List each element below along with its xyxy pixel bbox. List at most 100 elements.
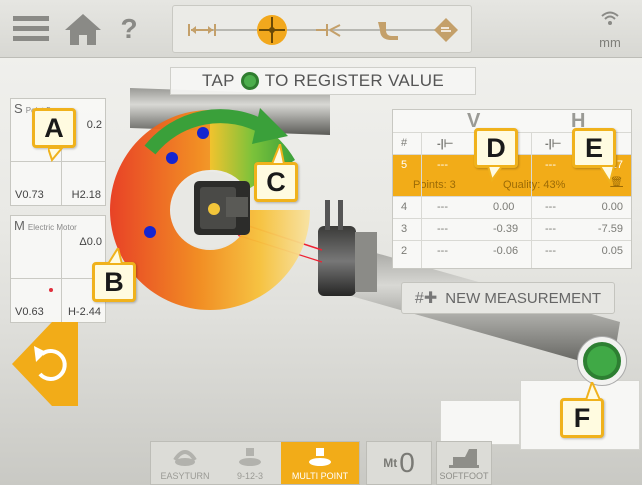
report-icon — [434, 18, 458, 42]
sensor-m-v-value: V0.63 — [15, 306, 44, 318]
row-num: 5 — [401, 159, 408, 171]
callout-d: D — [474, 128, 518, 168]
sensor-unit — [194, 181, 250, 235]
callout-tail — [486, 166, 504, 182]
banner-text-before: TAP — [202, 71, 235, 90]
register-dot-icon — [240, 72, 259, 90]
cell: --- — [545, 201, 556, 213]
cell: --- — [437, 245, 448, 257]
measure-point-dot — [197, 127, 209, 139]
cell: --- — [437, 159, 448, 171]
top-toolbar: ? mm — [0, 0, 642, 58]
measure-step[interactable] — [257, 15, 287, 45]
unit-indicator[interactable]: mm — [586, 6, 634, 52]
callout-tail — [598, 166, 616, 184]
sensor-s-title: S — [14, 101, 23, 116]
sensor-m-title: M — [14, 218, 25, 233]
measure-point-dot — [144, 226, 156, 238]
cell: -7.59 — [597, 223, 623, 235]
softfoot-button[interactable]: SOFTFOOT — [436, 441, 492, 485]
mt-icon: Mt — [383, 456, 398, 470]
mode-easyturn[interactable]: EASYTURN — [151, 442, 219, 484]
divider — [531, 132, 532, 268]
easyturn-icon — [173, 450, 197, 466]
callout-tail — [48, 148, 64, 162]
col-num-header: # — [401, 137, 408, 149]
mode-label: MULTI POINT — [291, 471, 349, 481]
home-button[interactable] — [60, 6, 106, 52]
table-row[interactable]: 2 --- -0.06 --- 0.05 — [393, 240, 631, 262]
home-icon — [65, 14, 101, 45]
cell: --- — [437, 223, 448, 235]
new-measurement-icon: #✚ — [414, 290, 438, 307]
cell: -0.39 — [493, 223, 519, 235]
clock-position-icon — [239, 448, 261, 466]
cell: 0.05 — [601, 245, 623, 257]
mode-label: EASYTURN — [160, 471, 210, 481]
callout-tail — [584, 382, 602, 400]
undo-button[interactable] — [12, 322, 78, 406]
register-icon — [583, 342, 621, 380]
callout-e: E — [572, 128, 616, 168]
dimensions-step[interactable] — [187, 15, 217, 45]
measure-point-dot — [166, 152, 178, 164]
coupling-icon: -|⊢ — [437, 138, 454, 150]
row-num: 4 — [401, 201, 408, 213]
mode-9-12-3[interactable]: 9-12-3 — [219, 442, 281, 484]
sensor-s-h-value: H2.18 — [71, 189, 101, 201]
cell: -0.06 — [493, 245, 519, 257]
report-step[interactable] — [431, 15, 461, 45]
results-icon — [316, 24, 341, 37]
measurement-mode-bar: EASYTURN 9-12-3 MULTI POINT — [150, 441, 360, 485]
softfoot-label: SOFTFOOT — [439, 471, 489, 481]
divider — [11, 278, 105, 279]
softfoot-icon — [449, 449, 479, 468]
measurement-time-button[interactable]: Mt 0 — [366, 441, 432, 485]
instruction-banner: TAP TO REGISTER VALUE — [170, 67, 476, 95]
cell: 0.00 — [493, 201, 515, 213]
cell: --- — [545, 245, 556, 257]
register-value-button[interactable] — [577, 336, 627, 386]
unit-label: mm — [599, 35, 621, 50]
quality-row: Points: 3 Quality: 43% 🗑 — [393, 176, 631, 196]
sensor-m-h-value: H-2.44 — [67, 306, 101, 318]
callout-f: F — [560, 398, 604, 438]
mode-label: 9-12-3 — [236, 471, 263, 481]
quality-label: Quality: 43% — [503, 179, 566, 191]
points-label: Points: 3 — [413, 179, 456, 191]
undo-icon — [12, 322, 78, 406]
callout-b: B — [92, 262, 136, 302]
callout-a: A — [32, 108, 76, 148]
sensor-s-v-value: V0.73 — [15, 189, 44, 201]
workflow-steps — [172, 5, 472, 53]
cell: --- — [545, 159, 556, 171]
magnet-icon — [378, 22, 398, 40]
row-num: 3 — [401, 223, 408, 235]
callout-c: C — [254, 162, 298, 202]
row-num: 2 — [401, 245, 408, 257]
sensor-m-subtitle: Electric Motor — [27, 223, 77, 232]
crosshair-icon — [257, 15, 287, 45]
hamburger-icon — [13, 16, 49, 41]
results-step[interactable] — [313, 15, 343, 45]
wifi-icon — [601, 11, 619, 25]
help-button[interactable]: ? — [112, 6, 146, 52]
cell: 0.00 — [601, 201, 623, 213]
correct-step[interactable] — [373, 15, 403, 45]
mode-multi-point[interactable]: MULTI POINT — [281, 442, 359, 484]
dimensions-icon — [188, 24, 216, 36]
new-measurement-button[interactable]: #✚ NEW MEASUREMENT — [401, 282, 615, 314]
banner-text-after: TO REGISTER VALUE — [264, 71, 444, 90]
table-row[interactable]: 3 --- -0.39 --- -7.59 — [393, 218, 631, 240]
sensor-m-angle-value: Δ0.0 — [79, 236, 102, 248]
sensor-s-top-value: 0.2 — [86, 119, 102, 131]
table-row[interactable]: 4 --- 0.00 --- 0.00 — [393, 196, 631, 218]
cell: --- — [437, 201, 448, 213]
coupling-icon: -|⊢ — [545, 138, 562, 150]
divider — [61, 230, 62, 322]
callout-tail — [270, 144, 286, 164]
callout-tail — [106, 248, 124, 264]
divider — [421, 132, 422, 268]
menu-button[interactable] — [8, 6, 54, 52]
mt-value: 0 — [399, 447, 415, 478]
